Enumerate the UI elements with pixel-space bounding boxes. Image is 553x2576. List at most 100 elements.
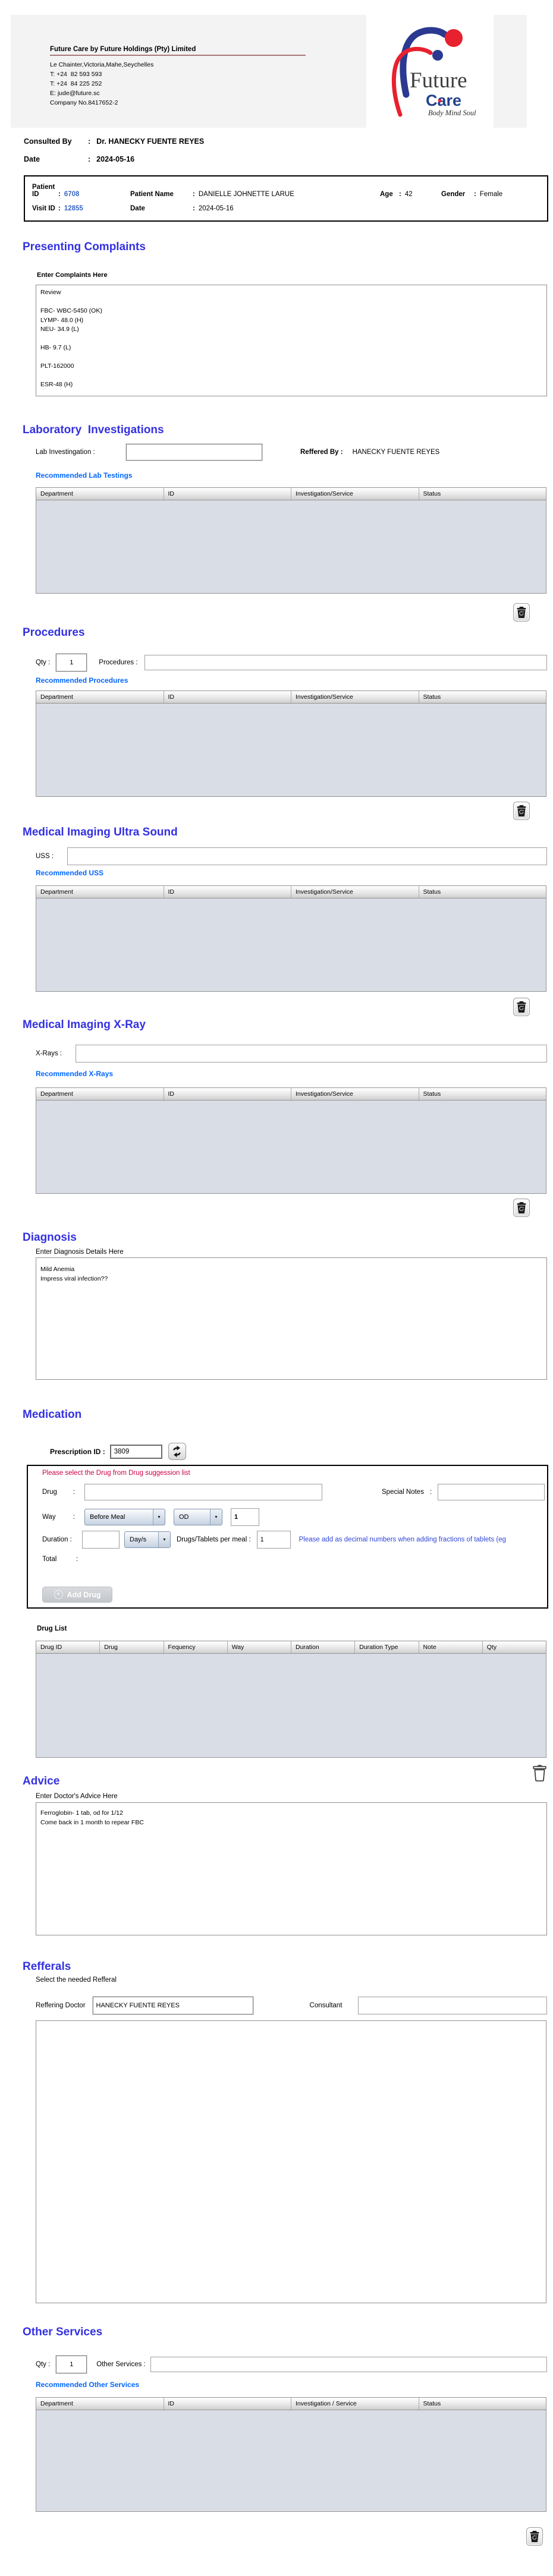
column-header-id: ID [164, 886, 291, 898]
trash-icon [517, 1202, 526, 1213]
visit-date-value: 2024-05-16 [198, 205, 234, 212]
duration-input[interactable] [82, 1531, 120, 1549]
advice-sublabel: Enter Doctor's Advice Here [36, 1793, 118, 1800]
drug-suggestion-warning: Please select the Drug from Drug suggess… [42, 1470, 190, 1477]
advice-textarea[interactable]: Ferroglobin- 1 tab, od for 1/12 Come bac… [36, 1802, 547, 1935]
recommended-procedures-link[interactable]: Recommended Procedures [36, 676, 128, 685]
section-heading-ultrasound: Medical Imaging Ultra Sound [23, 826, 178, 838]
uss-label: USS : [36, 853, 54, 860]
uss-trash-row [36, 998, 546, 1016]
column-header-status: Status [423, 693, 441, 701]
section-heading-laboratory: Laboratory Investigations [23, 424, 164, 436]
add-drug-button[interactable]: + Add Drug [42, 1587, 112, 1603]
reffered-by-label: Reffered By : [300, 449, 343, 456]
xray-delete-button[interactable] [513, 1199, 530, 1217]
patient-info-row-1: Patient ID:6708 Patient Name: DANIELLE JO… [32, 184, 540, 198]
procedures-table-body [36, 704, 546, 796]
special-notes-input[interactable] [438, 1484, 545, 1500]
frequency-qty-input[interactable] [231, 1508, 259, 1526]
lab-investigation-label: Lab Investingation : [36, 449, 95, 456]
prescription-refresh-button[interactable] [168, 1443, 186, 1460]
frequency-select[interactable]: OD ▼ [174, 1509, 222, 1525]
column-header-drug-id: Drug ID [36, 1641, 100, 1653]
duration-unit-select[interactable]: Day/s ▼ [124, 1531, 171, 1548]
patient-id-group: Patient ID:6708 [32, 184, 130, 198]
prescription-id-label: Prescription ID : [50, 1447, 105, 1456]
column-header-duration: Duration [291, 1641, 356, 1653]
drug-input[interactable] [84, 1484, 322, 1500]
colon: : [429, 1489, 432, 1496]
reffering-doctor-input[interactable] [92, 1996, 254, 2015]
column-header-fequency: Fequency [164, 1641, 228, 1653]
column-header-id: ID [164, 691, 291, 703]
per-meal-label: Drugs/Tablets per meal : [177, 1536, 251, 1543]
column-header-way: Way [228, 1641, 291, 1653]
lab-investigation-input[interactable] [125, 443, 263, 461]
section-heading-xray: Medical Imaging X-Ray [23, 1019, 146, 1031]
colon: : [399, 191, 401, 198]
procedures-input[interactable] [144, 655, 547, 670]
way-select[interactable]: Before Meal ▼ [84, 1509, 165, 1525]
recommended-uss-link[interactable]: Recommended USS [36, 869, 103, 877]
other-services-label: Other Services : [96, 2361, 146, 2368]
other-services-delete-button[interactable] [526, 2527, 543, 2546]
refresh-icon [173, 1445, 181, 1458]
diagnosis-textarea[interactable]: Mild Anemia Impress viral infection?? [36, 1257, 547, 1380]
complaints-textarea[interactable]: Review FBC- WBC-5450 (OK) LYMP- 48.0 (H)… [36, 285, 547, 396]
column-header-status: Status [423, 888, 441, 896]
per-meal-input[interactable] [256, 1531, 291, 1549]
reffering-doctor-row: Reffering Doctor Consultant [36, 1996, 547, 2015]
recommended-lab-testings-link[interactable]: Recommended Lab Testings [36, 471, 132, 480]
drug-entry-panel: Please select the Drug from Drug suggess… [27, 1465, 548, 1609]
duration-row: Duration : Day/s ▼ Drugs/Tablets per mea… [42, 1531, 547, 1549]
patient-info-box: Patient ID:6708 Patient Name: DANIELLE JO… [24, 175, 548, 222]
recommended-other-services-link[interactable]: Recommended Other Services [36, 2380, 139, 2389]
consulted-by-value: Dr. HANECKY FUENTE REYES [96, 137, 205, 146]
colon: : [88, 137, 91, 146]
procedures-table-header: Department ID Investigation/Service Stat… [36, 691, 546, 704]
procedures-trash-row [36, 802, 546, 820]
prescription-id-input[interactable] [109, 1444, 162, 1459]
patient-name-group: Patient Name: DANIELLE JOHNETTE LARUE [130, 191, 380, 198]
column-header-qty: Qty [486, 1644, 497, 1651]
other-services-input[interactable] [150, 2357, 547, 2372]
xray-table-body [36, 1101, 546, 1193]
column-header-investigation: Investigation/Service [291, 488, 419, 500]
age-label: Age [380, 191, 393, 198]
trash-icon [517, 805, 526, 816]
procedures-delete-button[interactable] [513, 802, 530, 820]
column-header-drug: Drug [100, 1641, 164, 1653]
patient-gender-group: Gender: Female [441, 191, 502, 198]
company-email: E: jude@future.sc [50, 90, 100, 97]
section-heading-refferals: Refferals [23, 1960, 71, 1973]
drug-list-delete-button[interactable] [533, 1765, 546, 1783]
section-heading-procedures: Procedures [23, 626, 85, 639]
lab-delete-button[interactable] [513, 603, 530, 622]
section-heading-other-services: Other Services [23, 2326, 103, 2338]
colon: : [76, 1556, 78, 1563]
column-header-investigation: Investigation/Service [291, 886, 419, 898]
lab-trash-row [36, 603, 546, 622]
uss-input[interactable] [67, 847, 547, 865]
xray-input[interactable] [76, 1045, 547, 1062]
procedures-qty-input[interactable] [55, 653, 88, 672]
other-services-qty-input[interactable] [55, 2355, 88, 2374]
reffering-doctor-label: Reffering Doctor [36, 2002, 86, 2009]
recommended-xrays-link[interactable]: Recommended X-Rays [36, 1070, 113, 1078]
colon: : [193, 205, 195, 212]
consultant-input[interactable] [357, 1997, 547, 2014]
add-drug-label: Add Drug [67, 1590, 101, 1599]
uss-delete-button[interactable] [513, 998, 530, 1016]
diagnosis-sublabel: Enter Diagnosis Details Here [36, 1248, 124, 1256]
company-address: Le Chainter,Victoria,Mahe,Seychelles [50, 61, 154, 68]
colon: : [58, 205, 61, 212]
colon: : [193, 191, 195, 198]
logo-word-care: Care [426, 92, 461, 109]
consult-date-label: Date [24, 155, 40, 163]
drug-list-table-body [36, 1654, 546, 1757]
visit-id-group: Visit ID:12855 [32, 205, 130, 212]
section-heading-diagnosis: Diagnosis [23, 1231, 77, 1244]
consulted-by-label: Consulted By [24, 137, 72, 146]
company-phone-2: T: +24 84 225 252 [50, 80, 102, 87]
lab-table-body [36, 500, 546, 593]
